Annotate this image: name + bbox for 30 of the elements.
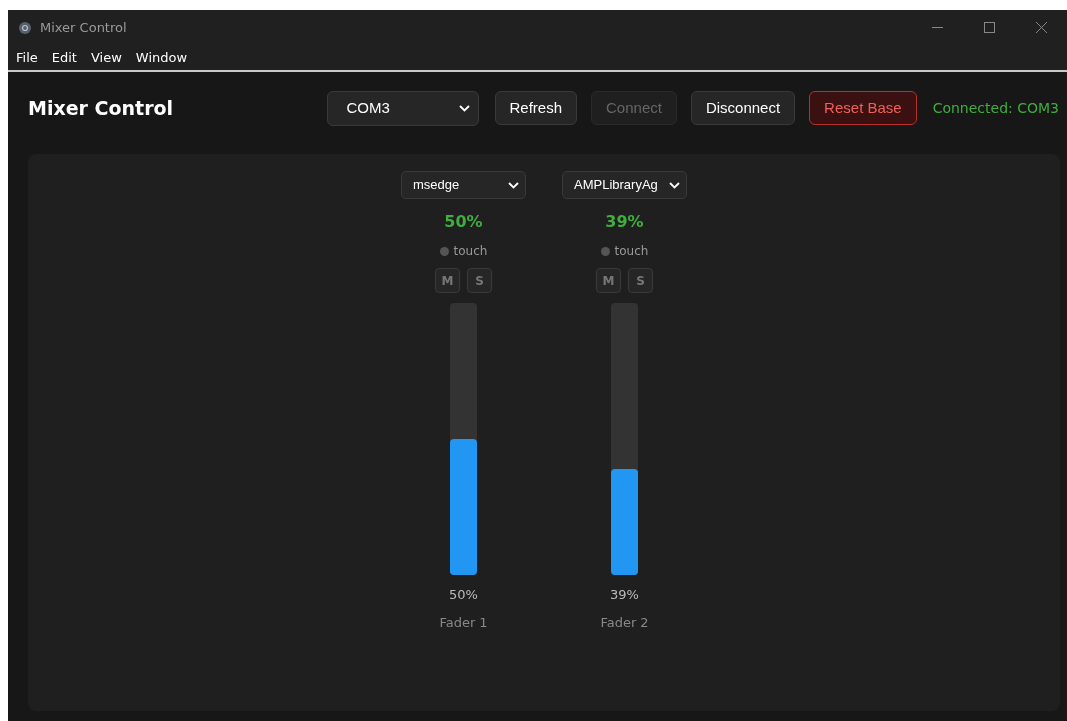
action-button[interactable]: Disconnect — [690, 91, 796, 125]
fader-track[interactable] — [450, 303, 477, 575]
fader-reading: 39% — [610, 586, 639, 604]
chevron-icon — [669, 181, 680, 189]
menu-item[interactable]: File — [8, 47, 44, 68]
fader-track[interactable] — [611, 303, 638, 575]
minimize-icon[interactable] — [931, 27, 943, 28]
reset-button[interactable]: Reset Base — [809, 91, 917, 125]
app-select[interactable]: msedge — [401, 171, 526, 199]
app-icon — [18, 20, 32, 35]
action-button[interactable]: Refresh — [494, 91, 578, 125]
touch-label: touch — [614, 243, 649, 260]
connection-status: Connected: COM3 — [932, 98, 1059, 118]
window-title: Mixer Control — [40, 18, 128, 37]
menu-item[interactable]: Edit — [43, 47, 83, 68]
volume-percent: 39% — [605, 211, 644, 233]
fader-reading: 50% — [449, 586, 478, 604]
fader-name: Fader 1 — [439, 613, 488, 632]
menu-item[interactable]: Window — [127, 47, 194, 68]
maximize-icon[interactable] — [983, 22, 995, 33]
app-title: Mixer Control — [28, 95, 175, 121]
chevron-icon — [508, 181, 519, 189]
fader-name: Fader 2 — [600, 613, 649, 632]
app-select[interactable]: AMPLibraryAg — [562, 171, 687, 199]
volume-percent: 50% — [444, 211, 483, 233]
chevron-icon — [458, 104, 470, 112]
touch-label: touch — [453, 243, 488, 260]
close-icon[interactable] — [1035, 22, 1047, 33]
port-select[interactable]: COM3 — [326, 90, 479, 126]
menu-item[interactable]: View — [82, 47, 128, 68]
